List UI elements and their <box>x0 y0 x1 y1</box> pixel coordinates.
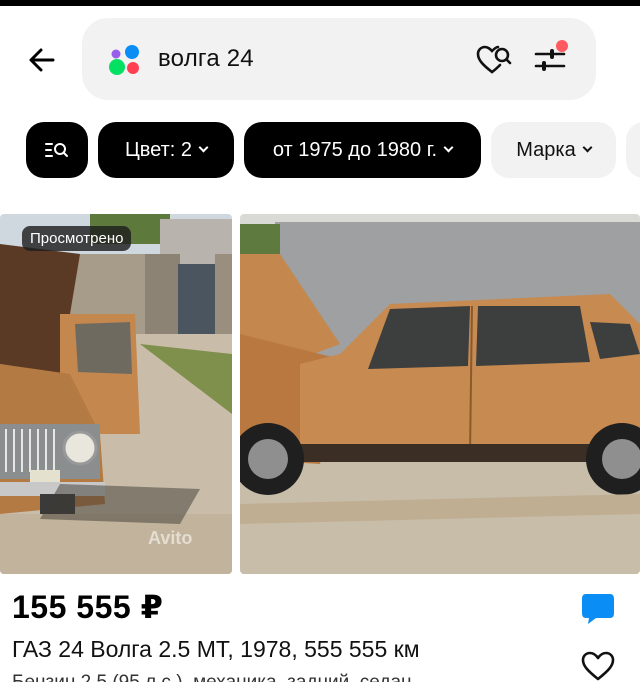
chat-bubble-icon <box>582 594 614 624</box>
filter-chips-row: Цвет: 2 от 1975 до 1980 г. Марка <box>0 122 640 178</box>
car-front-photo <box>0 214 232 574</box>
filter-chip-color-label: Цвет: 2 <box>124 138 193 161</box>
saved-search-button[interactable] <box>474 42 514 78</box>
chevron-down-icon <box>443 142 454 153</box>
filter-list-search-icon <box>45 143 68 157</box>
filter-chip-color[interactable]: Цвет: 2 <box>98 122 234 178</box>
viewed-badge: Просмотрено <box>22 226 132 251</box>
arrow-left-icon <box>29 48 55 72</box>
listing-photo-gallery[interactable]: Просмотрено Avito <box>0 214 640 574</box>
listing-photo-2[interactable] <box>240 214 640 574</box>
search-query[interactable]: волга 24 <box>158 45 254 73</box>
chat-button[interactable] <box>580 592 616 626</box>
listing-subtitle: Бензин 2.5 (95 л.с.), механика, задний, … <box>12 672 412 682</box>
heart-search-icon <box>476 45 512 74</box>
status-bar-strip <box>0 0 640 6</box>
filter-chip-more[interactable] <box>626 122 640 178</box>
watermark: Avito <box>148 528 193 548</box>
listing-photo-1[interactable]: Просмотрено Avito <box>0 214 232 574</box>
listing-price: 155 555 ₽ <box>12 589 164 625</box>
filters-button[interactable] <box>530 40 570 78</box>
car-side-photo <box>240 214 640 574</box>
filter-chip-brand-label: Марка <box>516 138 576 161</box>
heart-icon <box>581 651 615 681</box>
listing-title[interactable]: ГАЗ 24 Волга 2.5 MT, 1978, 555 555 км <box>12 636 420 663</box>
chevron-down-icon <box>198 142 209 153</box>
chevron-down-icon <box>582 142 593 153</box>
filter-chip-year[interactable]: от 1975 до 1980 г. <box>244 122 481 178</box>
back-button[interactable] <box>20 38 64 82</box>
search-bar[interactable]: волга 24 <box>82 18 596 100</box>
filter-chip-year-label: от 1975 до 1980 г. <box>272 138 438 161</box>
avito-logo-icon <box>109 45 139 75</box>
filter-chip-brand[interactable]: Марка <box>491 122 616 178</box>
quick-filter-button[interactable] <box>26 122 88 178</box>
filters-indicator-dot <box>556 40 568 52</box>
favorite-button[interactable] <box>580 650 616 682</box>
